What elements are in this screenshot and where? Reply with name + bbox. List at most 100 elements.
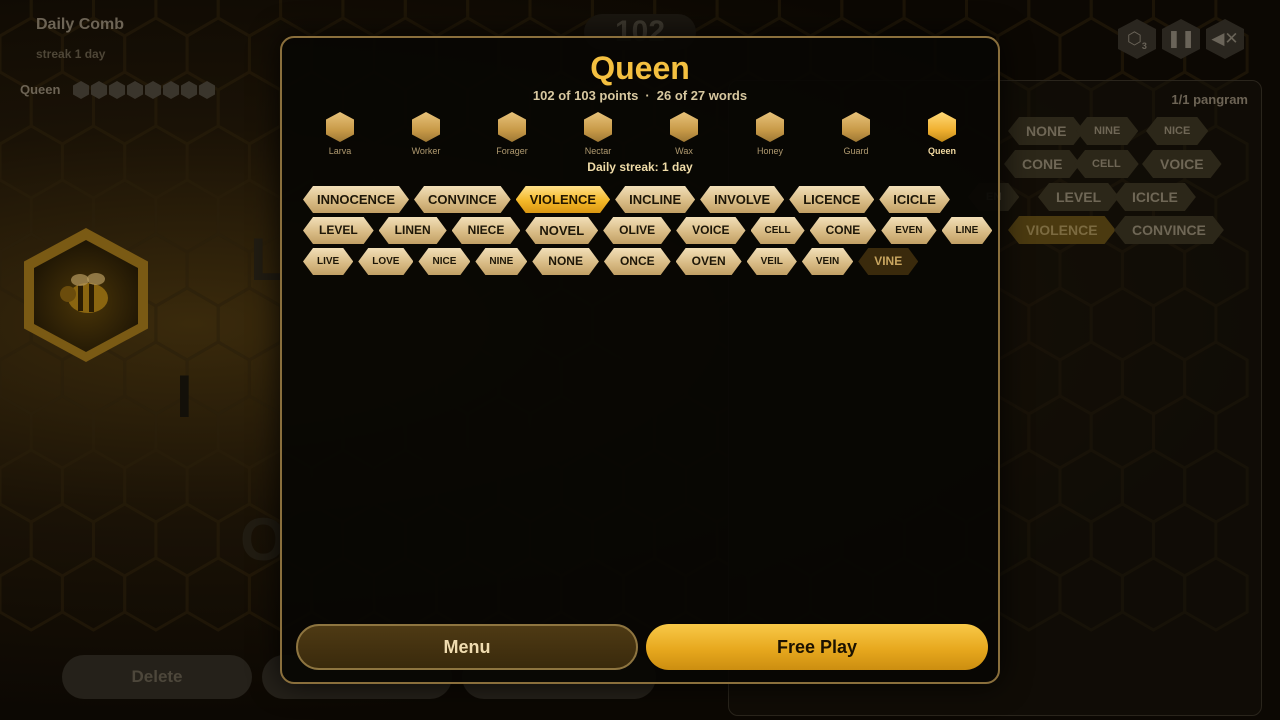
- hexagon-icon: [842, 112, 870, 142]
- hexagon-icon: [498, 112, 526, 142]
- honeycomb-cell: [0, 0, 33, 38]
- words-summary: 26 of 27 words: [656, 88, 748, 103]
- rank-label: Nectar: [584, 146, 612, 156]
- word-chip: LICENCE: [789, 186, 874, 213]
- rank-label: Wax: [675, 146, 693, 156]
- honeycomb-cell: [0, 556, 64, 632]
- honeycomb-cell: [185, 124, 251, 200]
- honeycomb-cell: [0, 394, 33, 470]
- word-chip: INNOCENCE: [303, 186, 409, 213]
- separator: ·: [645, 88, 650, 103]
- progress-dot: [199, 81, 215, 99]
- honeycomb-cell: [29, 394, 95, 470]
- word-chip: CONE: [810, 217, 877, 244]
- honeycomb-cell: [840, 0, 906, 38]
- honeycomb-cell: [0, 178, 33, 254]
- honeycomb-cell: [403, 0, 470, 38]
- found-word-chip: CELL: [1074, 150, 1139, 178]
- rank-label: Guard: [843, 146, 869, 156]
- honeycomb-cell: [216, 70, 283, 146]
- rank-honey: Honey: [730, 112, 810, 156]
- honeycomb-cell: [123, 16, 189, 92]
- honeycomb-cell: [185, 16, 251, 92]
- pangram-word-chip: VIOLENCE: [516, 186, 610, 213]
- rank-nectar: Nectar: [558, 112, 638, 156]
- honeycomb-cell: [123, 448, 189, 524]
- points-summary: 102 of 103 points: [532, 88, 639, 103]
- word-chip: VEIN: [802, 248, 853, 275]
- menu-button[interactable]: Menu: [296, 624, 638, 670]
- rank-summary-dialog: Queen 102 of 103 points · 26 of 27 words L…: [280, 36, 1000, 684]
- word-chip: NOVEL: [525, 217, 598, 244]
- pause-icon: ❚❚: [1166, 29, 1196, 48]
- word-chip: NIECE: [452, 217, 521, 244]
- honeycomb-cell: [154, 286, 220, 362]
- progress-dot: [91, 81, 107, 99]
- found-word-chip: NINE: [1076, 117, 1138, 145]
- honeycomb-cell: [60, 556, 127, 632]
- delete-button[interactable]: Delete: [62, 655, 252, 699]
- word-chip: VOICE: [676, 217, 745, 244]
- streak-label: streak 1 day: [36, 47, 106, 61]
- rank-forager: Forager: [472, 112, 552, 156]
- hint-count: 3: [1141, 41, 1147, 51]
- honeycomb-cell: [154, 502, 220, 578]
- honeycomb-cell: [965, 0, 1031, 38]
- honeycomb-cell: [185, 232, 251, 308]
- free-play-button[interactable]: Free Play: [646, 624, 988, 670]
- word-row: INNOCENCE CONVINCE VIOLENCE INCLINE INVO…: [303, 186, 983, 213]
- rank-guard: Guard: [816, 112, 896, 156]
- found-word-chip: CONE: [1004, 150, 1080, 178]
- honeycomb-cell: [0, 502, 33, 578]
- daily-streak: Daily streak: 1 day: [587, 160, 693, 174]
- honeycomb-cell: [216, 394, 283, 470]
- word-chip: ONCE: [604, 248, 671, 275]
- honeycomb-cell: [123, 124, 189, 200]
- word-chip: CONVINCE: [414, 186, 511, 213]
- word-chip: LIVE: [303, 248, 353, 275]
- word-chip: NINE: [475, 248, 527, 275]
- rank-label: Honey: [756, 146, 783, 156]
- honeycomb-cell: [29, 502, 95, 578]
- rank-label: Queen: [927, 146, 956, 156]
- bee-icon: [60, 273, 108, 313]
- honeycomb-cell: [154, 178, 220, 254]
- letter-tile[interactable]: I: [176, 362, 193, 431]
- rank-label: Worker: [411, 146, 441, 156]
- honeycomb-cell: [185, 340, 251, 416]
- pangram-counter: 1/1 pangram: [1171, 92, 1248, 107]
- hexagon-icon: [756, 112, 784, 142]
- honeycomb-cell: [466, 0, 532, 38]
- word-chip: LOVE: [358, 248, 413, 275]
- hexagon-icon: [670, 112, 698, 142]
- score-summary: 102 of 103 points · 26 of 27 words: [282, 88, 998, 103]
- honeycomb-cell: [216, 286, 283, 362]
- word-chip: LEVEL: [303, 217, 374, 244]
- honeycomb-cell: [0, 340, 64, 416]
- rank-queen: Queen: [902, 112, 982, 156]
- honeycomb-cell: [715, 0, 781, 38]
- progress-dot: [73, 81, 89, 99]
- word-chip: NONE: [532, 248, 599, 275]
- game-title: Daily Comb: [36, 16, 125, 33]
- word-chip: VEIL: [747, 248, 797, 275]
- found-word-chip: NICE: [1146, 117, 1208, 145]
- honeycomb-cell: [1027, 0, 1093, 38]
- honeycomb-cell: [60, 448, 127, 524]
- hexagon-icon: [928, 112, 956, 142]
- rank-wax: Wax: [644, 112, 724, 156]
- progress-dot: [127, 81, 143, 99]
- hexagon-icon: [584, 112, 612, 142]
- speaker-muted-icon: ◀✕: [1211, 29, 1239, 48]
- progress-dot: [181, 81, 197, 99]
- word-chip: OVEN: [676, 248, 742, 275]
- word-chip: CELL: [751, 217, 805, 244]
- honeycomb-cell: [92, 394, 158, 470]
- found-word-chip: CONVINCE: [1114, 216, 1224, 244]
- missing-word-chip: VINE: [858, 248, 918, 275]
- honeycomb-cell: [902, 0, 968, 38]
- found-word-chip: LEVEL: [1038, 183, 1119, 211]
- found-word-chip: VOICE: [1142, 150, 1222, 178]
- dialog-title: Queen: [590, 50, 690, 86]
- word-chip: ICICLE: [879, 186, 950, 213]
